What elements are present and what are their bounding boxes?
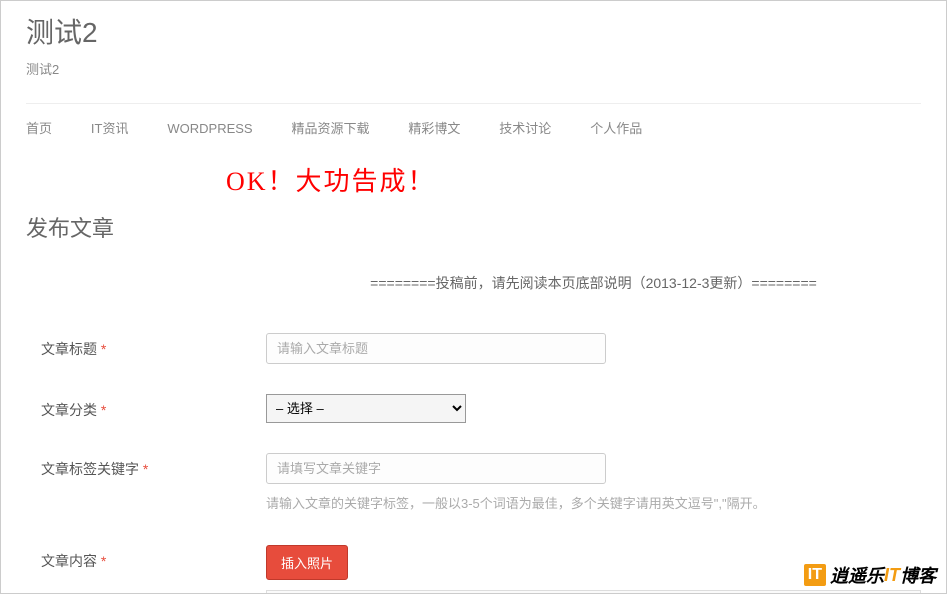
site-subtitle: 测试2 — [26, 59, 921, 78]
logo-it-box: IT — [804, 564, 826, 586]
category-select[interactable]: – 选择 – — [266, 394, 466, 423]
nav-home[interactable]: 首页 — [26, 118, 52, 137]
nav-downloads[interactable]: 精品资源下载 — [291, 118, 369, 137]
tags-label: 文章标签关键字 * — [41, 453, 266, 479]
nav-works[interactable]: 个人作品 — [590, 118, 642, 137]
submission-notice: ========投稿前，请先阅读本页底部说明（2013-12-3更新）=====… — [266, 273, 921, 293]
required-mark: * — [101, 553, 106, 569]
site-title: 测试2 — [26, 1, 921, 51]
insert-photo-button[interactable]: 插入照片 — [266, 545, 348, 580]
required-mark: * — [143, 461, 148, 477]
overlay-success-text: OK！大功告成！ — [226, 161, 436, 198]
title-label: 文章标题 * — [41, 333, 266, 359]
tags-input[interactable] — [266, 453, 606, 484]
main-nav: 首页 IT资讯 WORDPRESS 精品资源下载 精彩博文 技术讨论 个人作品 — [26, 103, 921, 151]
content-label: 文章内容 * — [41, 545, 266, 571]
tags-hint: 请输入文章的关键字标签，一般以3-5个词语为最佳，多个关键字请用英文逗号","隔… — [266, 494, 921, 515]
required-mark: * — [101, 341, 106, 357]
nav-it-news[interactable]: IT资讯 — [91, 118, 129, 137]
nav-wordpress[interactable]: WORDPRESS — [167, 121, 252, 136]
title-input[interactable] — [266, 333, 606, 364]
page-heading: 发布文章 — [26, 211, 921, 243]
editor-toolbar: B I U “ ABC 123 — [266, 590, 921, 594]
nav-discuss[interactable]: 技术讨论 — [499, 118, 551, 137]
required-mark: * — [101, 402, 106, 418]
category-label: 文章分类 * — [41, 394, 266, 420]
nav-posts[interactable]: 精彩博文 — [408, 118, 460, 137]
footer-logo: IT 逍遥乐IT博客 — [804, 562, 936, 588]
